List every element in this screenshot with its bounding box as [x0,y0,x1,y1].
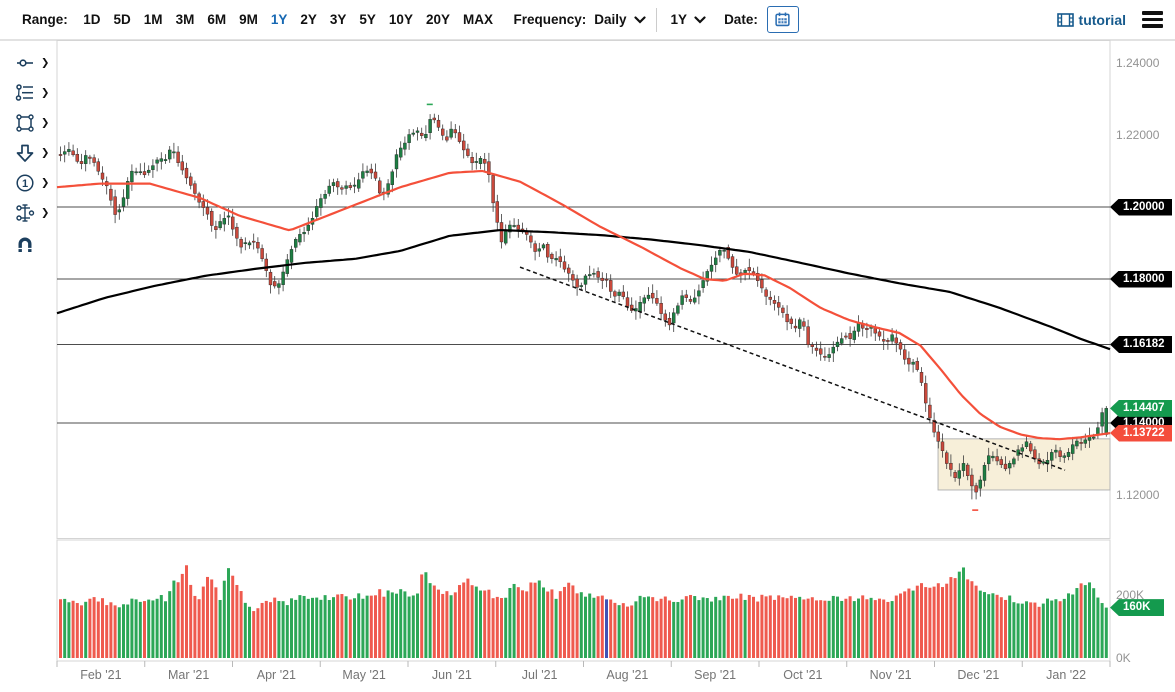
video-tutorial-icon [1057,13,1074,27]
tutorial-link[interactable]: tutorial [1057,12,1126,28]
range-option-20y[interactable]: 20Y [419,12,456,27]
menu-button[interactable] [1142,11,1163,28]
x-axis-label: Jan '22 [1046,668,1086,682]
calendar-icon [774,11,791,28]
period-dropdown[interactable]: 1Y [671,12,707,27]
frequency-label: Frequency: [513,12,586,27]
ma-value-badge: 1.13722 [1110,425,1172,442]
y-axis-label: 1.24000 [1116,56,1159,70]
range-option-5y[interactable]: 5Y [353,12,383,27]
x-axis-label: May '21 [342,668,385,682]
x-axis-label: Apr '21 [257,668,296,682]
calendar-button[interactable] [767,6,799,33]
x-axis-label: Aug '21 [606,668,648,682]
volume-axis-label: 0K [1116,651,1131,665]
period-value: 1Y [671,12,688,27]
y-axis-label: 1.12000 [1116,488,1159,502]
x-axis-label: Dec '21 [957,668,999,682]
range-option-1d[interactable]: 1D [77,12,107,27]
range-option-2y[interactable]: 2Y [294,12,324,27]
range-option-3m[interactable]: 3M [169,12,201,27]
range-option-10y[interactable]: 10Y [382,12,419,27]
range-label: Range: [22,12,68,27]
range-option-6m[interactable]: 6M [201,12,233,27]
range-option-1y[interactable]: 1Y [264,12,294,27]
frequency-value: Daily [594,12,626,27]
range-option-9m[interactable]: 9M [233,12,265,27]
x-axis-label: Sep '21 [694,668,736,682]
frequency-dropdown[interactable]: Daily [594,12,645,27]
range-options: 1D5D1M3M6M9M1Y2Y3Y5Y10Y20YMAX [77,12,500,27]
range-option-max[interactable]: MAX [456,12,499,27]
x-axis-label: Jun '21 [432,668,472,682]
x-axis-label: Feb '21 [80,668,121,682]
range-option-1m[interactable]: 1M [137,12,169,27]
chevron-down-icon [694,16,706,24]
price-level-badge: 1.20000 [1110,199,1172,216]
chevron-down-icon [634,16,646,24]
last-price-badge: 1.14407 [1110,400,1172,417]
range-option-3y[interactable]: 3Y [323,12,353,27]
price-chart[interactable] [0,40,1175,692]
x-axis-label: Mar '21 [168,668,209,682]
toolbar: Range: 1D5D1M3M6M9M1Y2Y3Y5Y10Y20YMAX Fre… [0,0,1175,40]
x-axis-label: Oct '21 [783,668,822,682]
price-level-badge: 1.16182 [1110,336,1172,353]
price-level-badge: 1.18000 [1110,271,1172,288]
date-label: Date: [724,12,758,27]
tutorial-label: tutorial [1079,12,1126,28]
x-axis-label: Nov '21 [870,668,912,682]
x-axis-label: Jul '21 [522,668,558,682]
toolbar-separator [656,8,657,32]
range-option-5d[interactable]: 5D [107,12,137,27]
volume-value-badge: 160K [1110,599,1164,616]
y-axis-label: 1.22000 [1116,128,1159,142]
